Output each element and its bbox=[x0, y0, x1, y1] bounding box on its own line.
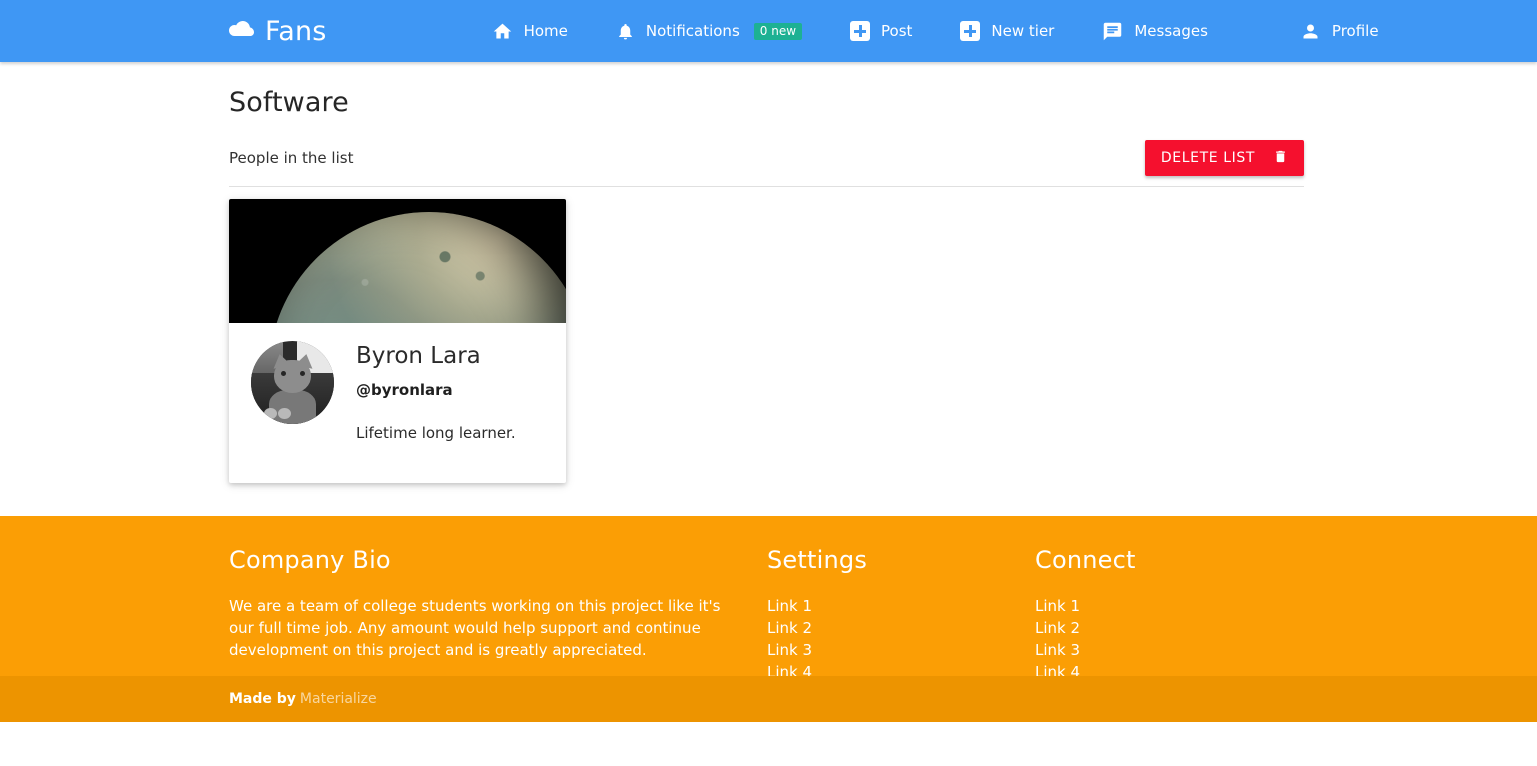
user-handle: @byronlara bbox=[356, 380, 453, 399]
nav-links: Home Notifications 0 new Post New tier M… bbox=[477, 0, 1394, 62]
brand-name: Fans bbox=[265, 15, 327, 47]
footer-settings-link-2[interactable]: Link 2 bbox=[767, 617, 1035, 639]
nav-item-notifications[interactable]: Notifications 0 new bbox=[601, 0, 817, 62]
nav-item-home[interactable]: Home bbox=[477, 0, 583, 62]
delete-list-label: DELETE LIST bbox=[1160, 150, 1255, 167]
cloud-icon bbox=[228, 20, 254, 42]
nav-label-notifications: Notifications bbox=[645, 22, 740, 40]
plus-square-icon bbox=[960, 21, 981, 41]
nav-label-profile: Profile bbox=[1331, 22, 1379, 40]
footer-company-bio-text: We are a team of college students workin… bbox=[229, 596, 721, 659]
person-icon bbox=[1300, 21, 1321, 42]
top-navigation-bar: Fans Home Notifications 0 new Post New t… bbox=[0, 0, 1537, 62]
plus-square-icon bbox=[850, 21, 871, 41]
trash-icon bbox=[1273, 148, 1288, 169]
nav-label-post: Post bbox=[881, 22, 913, 40]
brand-logo-link[interactable]: Fans bbox=[228, 0, 327, 62]
user-name: Byron Lara bbox=[356, 343, 481, 370]
message-icon bbox=[1102, 21, 1123, 42]
main-content: Software People in the list DELETE LIST bbox=[0, 62, 1537, 516]
footer-copyright: Made by Materialize bbox=[229, 691, 377, 707]
user-card[interactable]: Byron Lara @byronlara Lifetime long lear… bbox=[229, 199, 566, 484]
user-card-body: Byron Lara @byronlara Lifetime long lear… bbox=[229, 323, 566, 483]
footer-made-by-label: Made by bbox=[229, 691, 296, 707]
footer-heading-connect: Connect bbox=[1035, 546, 1136, 574]
planet-graphic bbox=[269, 211, 566, 324]
footer-bottom-bar: Made by Materialize bbox=[0, 676, 1537, 722]
footer-connect-link-1[interactable]: Link 1 bbox=[1035, 595, 1303, 617]
footer-column-company-bio: Company Bio We are a team of college stu… bbox=[229, 546, 767, 683]
people-list: Byron Lara @byronlara Lifetime long lear… bbox=[229, 187, 1304, 484]
footer-settings-links: Link 1 Link 2 Link 3 Link 4 bbox=[767, 595, 1035, 683]
nav-label-home: Home bbox=[523, 22, 568, 40]
delete-list-button[interactable]: DELETE LIST bbox=[1144, 140, 1304, 177]
footer-settings-link-1[interactable]: Link 1 bbox=[767, 595, 1035, 617]
nav-item-new-tier[interactable]: New tier bbox=[945, 0, 1069, 62]
nav-label-messages: Messages bbox=[1134, 22, 1208, 40]
page-title: Software bbox=[229, 87, 349, 118]
notifications-badge: 0 new bbox=[753, 22, 803, 40]
footer-column-settings: Settings Link 1 Link 2 Link 3 Link 4 bbox=[767, 546, 1035, 683]
footer-connect-link-2[interactable]: Link 2 bbox=[1035, 617, 1303, 639]
user-banner-image bbox=[229, 199, 566, 324]
subtitle-row: People in the list DELETE LIST bbox=[229, 138, 1304, 178]
avatar bbox=[251, 341, 334, 425]
nav-item-messages[interactable]: Messages bbox=[1087, 0, 1223, 62]
footer-heading-settings: Settings bbox=[767, 546, 868, 574]
page-subtitle: People in the list bbox=[229, 149, 354, 168]
user-bio: Lifetime long learner. bbox=[356, 423, 516, 442]
footer-materialize-link[interactable]: Materialize bbox=[300, 691, 377, 707]
footer-heading-company-bio: Company Bio bbox=[229, 546, 391, 574]
footer-settings-link-3[interactable]: Link 3 bbox=[767, 639, 1035, 661]
footer-connect-link-3[interactable]: Link 3 bbox=[1035, 639, 1303, 661]
nav-label-new-tier: New tier bbox=[991, 22, 1055, 40]
home-icon bbox=[492, 21, 513, 42]
page-footer: Company Bio We are a team of college stu… bbox=[0, 516, 1537, 722]
footer-connect-links: Link 1 Link 2 Link 3 Link 4 bbox=[1035, 595, 1303, 683]
nav-item-profile[interactable]: Profile bbox=[1285, 0, 1394, 62]
nav-item-post[interactable]: Post bbox=[835, 0, 927, 62]
bell-icon bbox=[616, 21, 635, 42]
footer-column-connect: Connect Link 1 Link 2 Link 3 Link 4 bbox=[1035, 546, 1303, 683]
